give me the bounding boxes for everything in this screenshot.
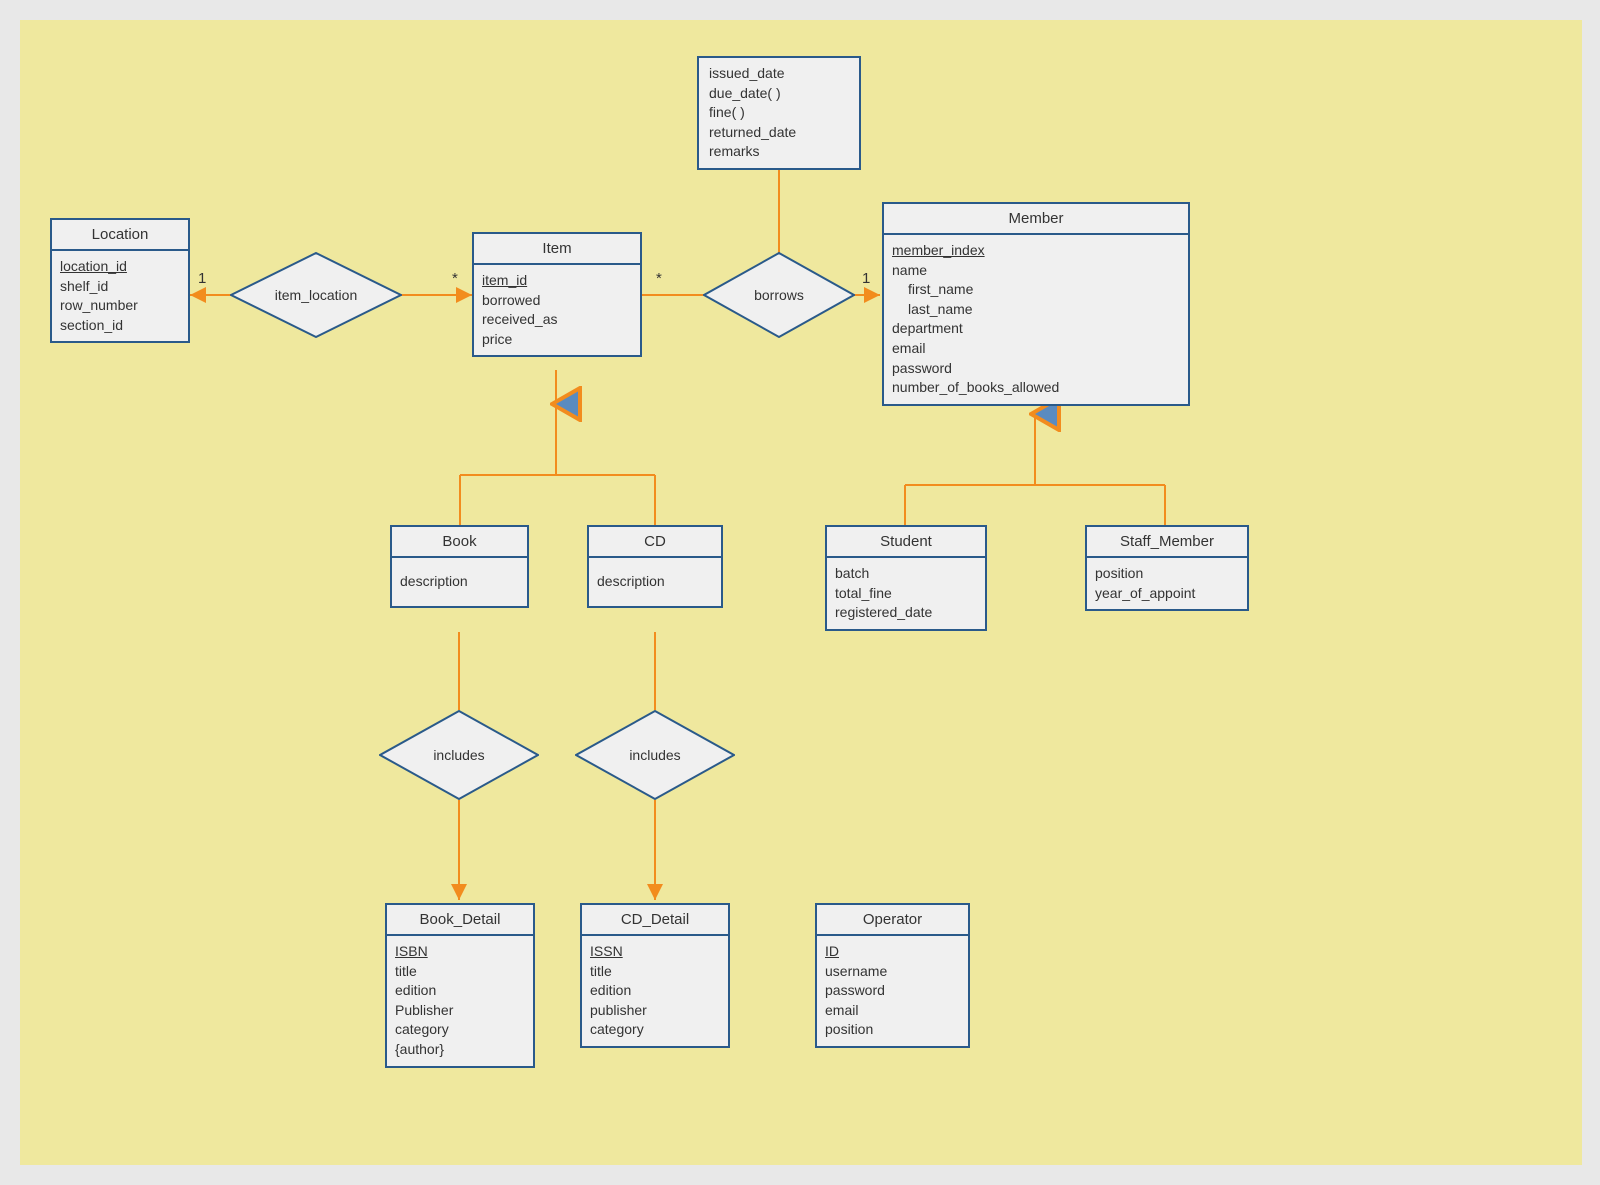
attr: last_name xyxy=(892,300,1180,320)
attr: position xyxy=(825,1020,960,1040)
er-diagram-canvas: issued_date due_date( ) fine( ) returned… xyxy=(0,0,1600,1185)
entity-location: Location location_id shelf_id row_number… xyxy=(50,218,190,343)
relationship-label: borrows xyxy=(754,287,804,303)
attr: title xyxy=(590,962,720,982)
entity-body: member_index name first_name last_name d… xyxy=(884,235,1188,404)
attr: password xyxy=(825,981,960,1001)
entity-operator: Operator ID username password email posi… xyxy=(815,903,970,1048)
attr: first_name xyxy=(892,280,1180,300)
borrows-attr-box: issued_date due_date( ) fine( ) returned… xyxy=(697,56,861,170)
relationship-label: includes xyxy=(433,747,484,763)
entity-title: Student xyxy=(827,527,985,558)
attr: price xyxy=(482,330,632,350)
attr: category xyxy=(590,1020,720,1040)
cardinality: * xyxy=(452,270,458,287)
entity-book-detail: Book_Detail ISBN title edition Publisher… xyxy=(385,903,535,1068)
entity-book: Book description xyxy=(390,525,529,608)
entity-body: position year_of_appoint xyxy=(1087,558,1247,609)
attr: shelf_id xyxy=(60,277,180,297)
entity-member: Member member_index name first_name last… xyxy=(882,202,1190,406)
relationship-item-location: item_location xyxy=(230,252,402,338)
entity-item: Item item_id borrowed received_as price xyxy=(472,232,642,357)
relationship-label: includes xyxy=(629,747,680,763)
entity-title: CD xyxy=(589,527,721,558)
relationship-includes-book: includes xyxy=(379,710,539,800)
attr: category xyxy=(395,1020,525,1040)
attr: description xyxy=(400,572,519,592)
attr: edition xyxy=(590,981,720,1001)
attr: ID xyxy=(825,942,960,962)
entity-body: location_id shelf_id row_number section_… xyxy=(52,251,188,341)
attr: Publisher xyxy=(395,1001,525,1021)
attr: borrowed xyxy=(482,291,632,311)
attr-line: fine( ) xyxy=(709,103,849,123)
attr: ISBN xyxy=(395,942,525,962)
relationship-label: item_location xyxy=(275,287,358,303)
attr: name xyxy=(892,261,1180,281)
attr: title xyxy=(395,962,525,982)
entity-body: description xyxy=(392,558,527,606)
attr: location_id xyxy=(60,257,180,277)
attr: total_fine xyxy=(835,584,977,604)
entity-body: batch total_fine registered_date xyxy=(827,558,985,629)
attr: email xyxy=(892,339,1180,359)
cardinality: * xyxy=(656,270,662,287)
relationship-borrows: borrows xyxy=(703,252,855,338)
attr: item_id xyxy=(482,271,632,291)
attr: username xyxy=(825,962,960,982)
entity-body: ID username password email position xyxy=(817,936,968,1046)
attr: section_id xyxy=(60,316,180,336)
entity-student: Student batch total_fine registered_date xyxy=(825,525,987,631)
entity-title: Member xyxy=(884,204,1188,235)
attr: year_of_appoint xyxy=(1095,584,1239,604)
attr: received_as xyxy=(482,310,632,330)
entity-body: description xyxy=(589,558,721,606)
entity-title: Location xyxy=(52,220,188,251)
relationship-includes-cd: includes xyxy=(575,710,735,800)
attr: batch xyxy=(835,564,977,584)
diagram-background xyxy=(20,20,1582,1165)
attr-line: due_date( ) xyxy=(709,84,849,104)
attr: email xyxy=(825,1001,960,1021)
cardinality: 1 xyxy=(862,270,870,287)
attr: {author} xyxy=(395,1040,525,1060)
attr: position xyxy=(1095,564,1239,584)
entity-cd: CD description xyxy=(587,525,723,608)
cardinality: 1 xyxy=(198,270,206,287)
attr-line: issued_date xyxy=(709,64,849,84)
attr: department xyxy=(892,319,1180,339)
attr: registered_date xyxy=(835,603,977,623)
attr: row_number xyxy=(60,296,180,316)
attr-line: returned_date xyxy=(709,123,849,143)
entity-title: Book_Detail xyxy=(387,905,533,936)
attr: description xyxy=(597,572,713,592)
entity-cd-detail: CD_Detail ISSN title edition publisher c… xyxy=(580,903,730,1048)
entity-body: ISBN title edition Publisher category {a… xyxy=(387,936,533,1066)
attr: password xyxy=(892,359,1180,379)
attr-line: remarks xyxy=(709,142,849,162)
attr: number_of_books_allowed xyxy=(892,378,1180,398)
entity-body: ISSN title edition publisher category xyxy=(582,936,728,1046)
entity-title: Book xyxy=(392,527,527,558)
entity-title: Staff_Member xyxy=(1087,527,1247,558)
attr: edition xyxy=(395,981,525,1001)
entity-title: Item xyxy=(474,234,640,265)
attr: publisher xyxy=(590,1001,720,1021)
entity-staff-member: Staff_Member position year_of_appoint xyxy=(1085,525,1249,611)
attr: ISSN xyxy=(590,942,720,962)
entity-body: item_id borrowed received_as price xyxy=(474,265,640,355)
entity-title: Operator xyxy=(817,905,968,936)
attr: member_index xyxy=(892,241,1180,261)
entity-title: CD_Detail xyxy=(582,905,728,936)
